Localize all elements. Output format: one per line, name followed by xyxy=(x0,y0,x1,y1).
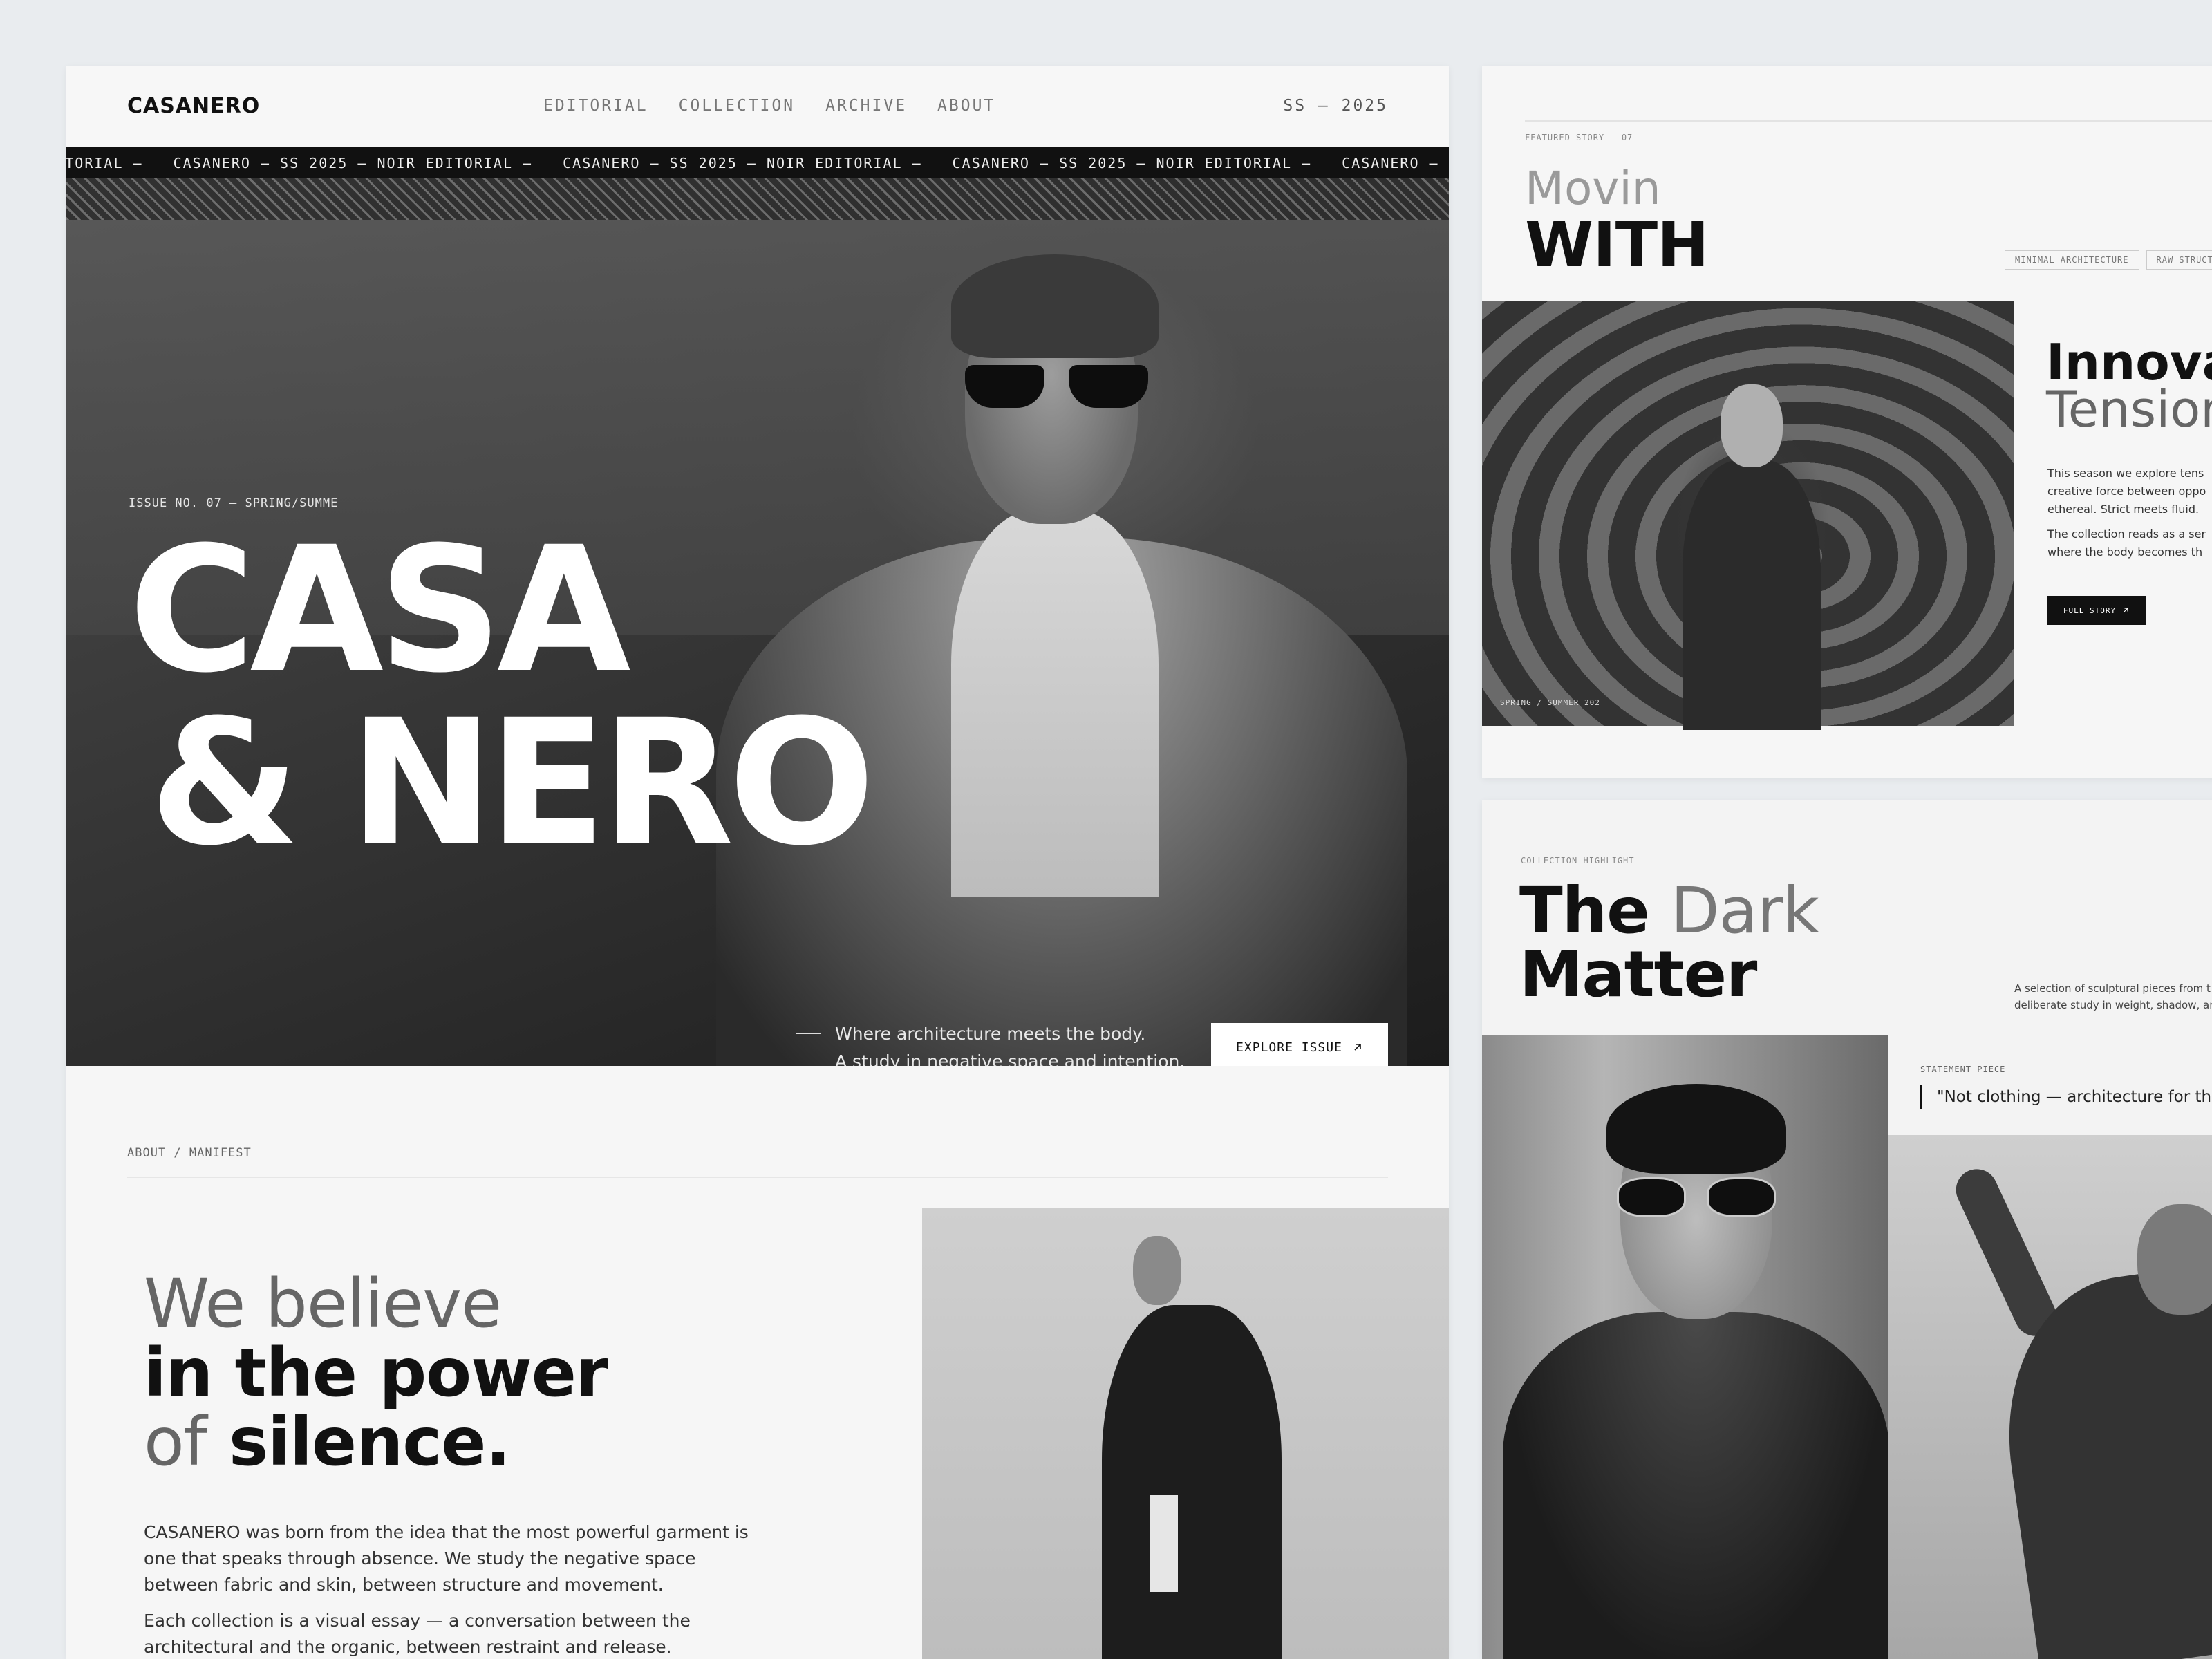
full-story-label: FULL STORY xyxy=(2063,606,2117,615)
ticker-item: RO EDITORIAL — xyxy=(66,155,143,171)
nav-link-editorial[interactable]: EDITORIAL xyxy=(543,97,648,115)
season-label: SS — 2025 xyxy=(1283,97,1388,115)
brand-logo[interactable]: CASANERO xyxy=(127,94,260,118)
hero-title-line-2: & NERO xyxy=(149,682,875,883)
paragraph-line: This season we explore tens xyxy=(2047,467,2204,480)
arrow-up-right-icon xyxy=(1354,1044,1361,1051)
sunglasses-icon xyxy=(965,365,1152,413)
nav-links: EDITORIAL COLLECTION ARCHIVE ABOUT xyxy=(543,97,995,115)
title-the: The xyxy=(1519,874,1650,948)
main-page-card: CASANERO EDITORIAL COLLECTION ARCHIVE AB… xyxy=(66,66,1449,1659)
ticker-item: CASANERO — SS 2025 — NOIR EDITORIAL — xyxy=(563,155,922,171)
issue-label: ISSUE NO. 07 — SPRING/SUMME xyxy=(129,496,339,510)
featured-story-label: FEATURED STORY — 07 xyxy=(1525,133,1633,142)
ticker-item: CASANERO — SS 2025 — NOIR EDITORIAL — xyxy=(173,155,533,171)
divider xyxy=(1525,120,2212,122)
featured-title-bold: WITH xyxy=(1525,209,1709,281)
featured-heading-light: Tension xyxy=(2046,380,2212,438)
hero-section: ISSUE NO. 07 — SPRING/SUMME CASA & NERO … xyxy=(66,178,1449,1066)
photo-caption: SPRING / SUMMER 202 xyxy=(1500,698,1600,707)
heading-of: of xyxy=(144,1403,207,1481)
featured-paragraph-2: The collection reads as a ser where the … xyxy=(2047,525,2212,561)
nav-link-collection[interactable]: COLLECTION xyxy=(679,97,795,115)
collection-model-photo xyxy=(1482,1035,1888,1659)
heading-in-the-power: in the power xyxy=(144,1334,608,1412)
sunglasses-icon xyxy=(1617,1177,1783,1219)
collection-title: The Dark Matter xyxy=(1519,879,1819,1006)
hero-title: CASA & NERO xyxy=(129,524,875,883)
divider xyxy=(127,1177,1388,1178)
featured-paragraph-1: This season we explore tens creative for… xyxy=(2047,465,2212,518)
manifest-model-photo xyxy=(922,1208,1449,1659)
description-line: A selection of sculptural pieces from t xyxy=(2014,982,2211,995)
ticker-item: CASANERO — SS xyxy=(1342,155,1449,171)
paragraph-line: one that speaks through absence. We stud… xyxy=(144,1548,696,1568)
paragraph-line: architectural and the organic, between r… xyxy=(144,1637,672,1657)
explore-issue-button[interactable]: EXPLORE ISSUE xyxy=(1211,1023,1388,1066)
paragraph-line: ethereal. Strict meets fluid. xyxy=(2047,503,2200,516)
manifest-paragraph-1: CASANERO was born from the idea that the… xyxy=(144,1519,752,1598)
collection-highlight-card: COLLECTION HIGHLIGHT The Dark Matter A s… xyxy=(1482,800,2212,1659)
explore-issue-label: EXPLORE ISSUE xyxy=(1236,1040,1342,1055)
statement-quote: "Not clothing — architecture for the xyxy=(1920,1085,2212,1109)
paragraph-line: creative force between oppo xyxy=(2047,485,2206,498)
ticker-item: CASANERO — SS 2025 — NOIR EDITORIAL — xyxy=(952,155,1312,171)
paragraph-line: Each collection is a visual essay — a co… xyxy=(144,1611,691,1631)
collection-motion-photo xyxy=(1888,1135,2212,1659)
heading-silence: silence. xyxy=(228,1403,511,1481)
paragraph-line: between fabric and skin, between structu… xyxy=(144,1575,664,1595)
featured-story-card: FEATURED STORY — 07 Movin WITH MINIMAL A… xyxy=(1482,66,2212,778)
hero-fence-texture xyxy=(66,178,1449,220)
title-matter: Matter xyxy=(1519,937,1757,1011)
heading-we-believe: We believe xyxy=(144,1265,502,1342)
featured-photo: SPRING / SUMMER 202 xyxy=(1482,301,2014,730)
paragraph-line: The collection reads as a ser xyxy=(2047,527,2206,541)
tagline-rule xyxy=(796,1033,821,1034)
title-dark: Dark xyxy=(1670,874,1819,948)
statement-piece-label: STATEMENT PIECE xyxy=(1920,1065,2006,1074)
nav-link-archive[interactable]: ARCHIVE xyxy=(825,97,907,115)
manifest-heading: We believe in the power of silence. xyxy=(144,1269,608,1477)
top-navigation: CASANERO EDITORIAL COLLECTION ARCHIVE AB… xyxy=(66,66,1449,147)
paragraph-line: where the body becomes th xyxy=(2047,545,2203,559)
tagline-line-1: Where architecture meets the body. xyxy=(835,1024,1146,1044)
featured-title-light: Movin xyxy=(1525,162,1661,215)
collection-label: COLLECTION HIGHLIGHT xyxy=(1521,856,1635,865)
collection-description: A selection of sculptural pieces from t … xyxy=(2014,980,2212,1013)
tag-chip[interactable]: RAW STRUCTURE xyxy=(2146,250,2212,270)
hero-tagline: Where architecture meets the body. A stu… xyxy=(835,1020,1185,1066)
manifest-paragraph-2: Each collection is a visual essay — a co… xyxy=(144,1608,752,1659)
tagline-line-2: A study in negative space and intention. xyxy=(835,1051,1185,1066)
hero-title-line-1: CASA xyxy=(129,509,630,711)
paragraph-line: CASANERO was born from the idea that the… xyxy=(144,1522,749,1542)
nav-link-about[interactable]: ABOUT xyxy=(937,97,995,115)
full-story-button[interactable]: FULL STORY xyxy=(2047,596,2146,625)
tag-chip[interactable]: MINIMAL ARCHITECTURE xyxy=(2005,250,2139,270)
description-line: deliberate study in weight, shadow, ar xyxy=(2014,999,2212,1011)
arrow-up-right-icon xyxy=(2123,608,2128,613)
about-breadcrumb: ABOUT / MANIFEST xyxy=(127,1146,252,1160)
marquee-ticker: RO EDITORIAL — CASANERO — SS 2025 — NOIR… xyxy=(66,147,1449,178)
featured-tags: MINIMAL ARCHITECTURE RAW STRUCTURE xyxy=(2005,250,2212,270)
